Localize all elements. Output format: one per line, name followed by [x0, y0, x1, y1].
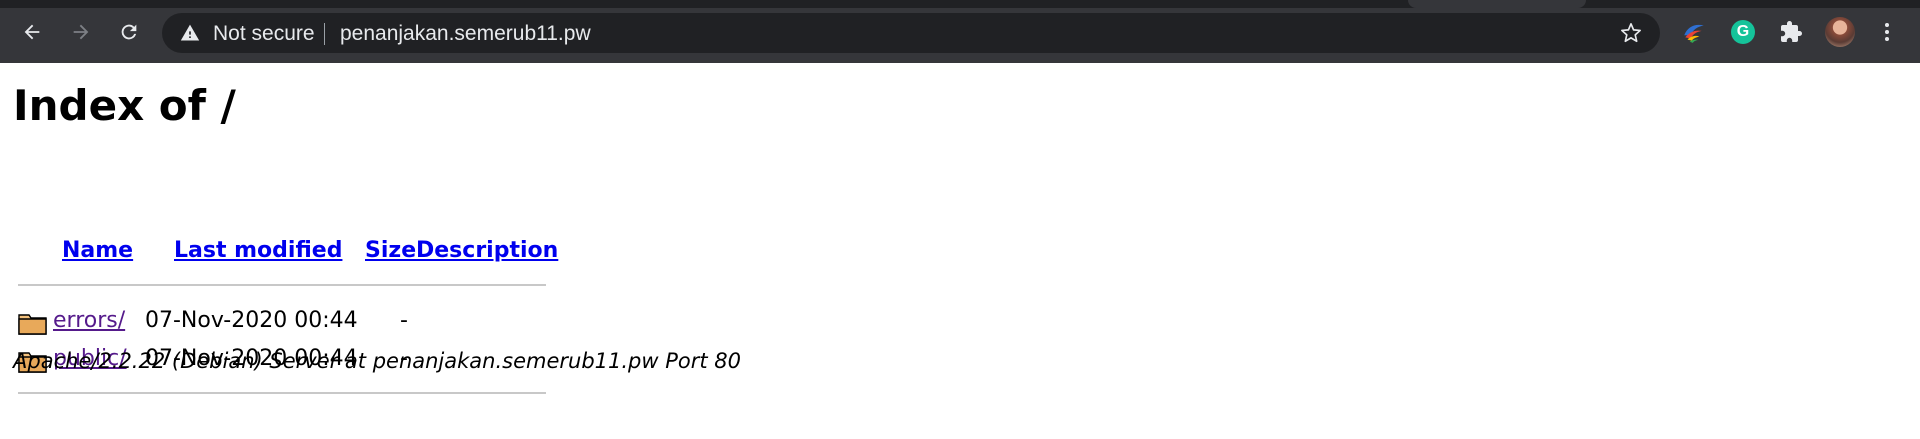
colorful-extension-icon[interactable] [1681, 19, 1707, 45]
divider-top [18, 284, 546, 286]
entry-size: - [400, 308, 408, 333]
grammarly-icon: G [1731, 20, 1755, 44]
address-bar[interactable]: Not secure penanjakan.semerub11.pw [162, 13, 1660, 53]
tab-strip-gap [1408, 0, 1586, 8]
entry-date: 07-Nov-2020 00:44 [145, 308, 358, 333]
reload-icon [121, 24, 137, 40]
url-text[interactable]: penanjakan.semerub11.pw [340, 22, 591, 46]
arrow-left-icon [24, 24, 40, 40]
server-signature: Apache/2.2.22 (Debian) Server at penanja… [13, 349, 742, 373]
avatar [1825, 17, 1855, 47]
sort-by-size-link[interactable]: Size [365, 238, 416, 263]
colorful-extension-glyph [1684, 24, 1704, 43]
back-button[interactable] [16, 16, 48, 48]
star-icon[interactable] [1620, 22, 1642, 44]
profile-button[interactable] [1824, 16, 1856, 48]
divider-bottom [18, 392, 546, 394]
folder-icon [18, 314, 47, 335]
tab-strip [0, 0, 1920, 8]
list-item: errors/ 07-Nov-2020 00:44 - [18, 308, 548, 338]
menu-button[interactable] [1874, 19, 1900, 45]
puzzle-icon [1781, 21, 1802, 42]
browser-toolbar: Not secure penanjakan.semerub11.pw G [0, 0, 1920, 63]
grammarly-extension-button[interactable]: G [1730, 19, 1756, 45]
security-status-label[interactable]: Not secure [213, 22, 315, 46]
forward-button[interactable] [65, 16, 97, 48]
sort-by-last-modified-link[interactable]: Last modified [174, 238, 342, 263]
arrow-right-icon [73, 24, 89, 40]
kebab-menu-icon [1885, 23, 1889, 41]
warning-triangle-icon[interactable] [180, 23, 200, 43]
page-title: Index of / [13, 81, 236, 130]
sort-by-name-link[interactable]: Name [62, 238, 133, 263]
entry-link-errors[interactable]: errors/ [53, 308, 125, 333]
omnibox-divider [324, 23, 325, 45]
sort-by-description-link[interactable]: Description [416, 238, 558, 263]
reload-button[interactable] [113, 16, 145, 48]
extensions-button[interactable] [1778, 19, 1804, 45]
page-content: Index of / Name Last modified Size Descr… [0, 63, 1920, 439]
